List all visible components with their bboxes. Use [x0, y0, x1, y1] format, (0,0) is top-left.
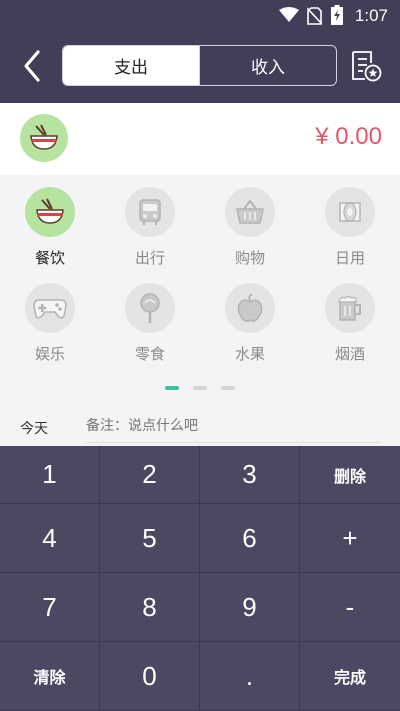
beer-icon	[338, 295, 361, 321]
category-icon-bg	[25, 283, 75, 333]
lollipop-icon	[140, 293, 160, 323]
category-settings-icon[interactable]	[349, 49, 383, 83]
category-tobacco-alcohol[interactable]: 烟酒	[300, 283, 400, 364]
category-label: 餐饮	[34, 249, 65, 267]
bowl-icon	[30, 124, 58, 150]
top-header: 1:07 支出 收入	[0, 0, 400, 103]
no-sim-icon	[307, 7, 322, 25]
page-dot[interactable]	[221, 386, 235, 390]
category-label: 零食	[134, 345, 165, 363]
date-selector[interactable]: 今天	[20, 418, 48, 438]
tissue-icon	[339, 202, 361, 222]
status-time: 1:07	[354, 6, 388, 25]
numeric-keypad: 1 2 3 删除 4 5 6 + 7 8 9 - 清除 0 . 完成	[0, 446, 400, 711]
category-label: 购物	[234, 249, 265, 267]
bowl-icon	[36, 198, 64, 224]
key-3[interactable]: 3	[200, 446, 300, 504]
back-arrow-icon[interactable]	[18, 48, 48, 84]
key-decimal[interactable]: .	[200, 642, 300, 711]
category-icon-bg	[125, 187, 175, 237]
page-indicator	[0, 386, 400, 392]
key-4[interactable]: 4	[0, 504, 100, 573]
selected-category-icon	[20, 114, 68, 162]
delete-button[interactable]: 删除	[300, 446, 400, 504]
category-label: 出行	[134, 249, 165, 267]
category-label: 日用	[334, 249, 365, 267]
category-label: 娱乐	[34, 345, 65, 363]
category-icon-bg	[325, 283, 375, 333]
note-input[interactable]	[86, 418, 380, 443]
plus-button[interactable]: +	[300, 504, 400, 573]
category-daily-use[interactable]: 日用	[300, 187, 400, 268]
tab-income[interactable]: 收入	[199, 46, 336, 85]
status-bar: 1:07	[0, 0, 400, 32]
key-7[interactable]: 7	[0, 573, 100, 642]
category-dining[interactable]: 餐饮	[0, 187, 100, 268]
category-icon-bg	[225, 283, 275, 333]
category-icon-bg	[125, 283, 175, 333]
category-label: 烟酒	[334, 345, 365, 363]
category-shopping[interactable]: 购物	[200, 187, 300, 268]
clear-button[interactable]: 清除	[0, 642, 100, 711]
category-fruit[interactable]: 水果	[200, 283, 300, 364]
bus-icon	[139, 199, 161, 225]
tab-expense[interactable]: 支出	[63, 46, 199, 85]
key-0[interactable]: 0	[100, 642, 200, 711]
type-segmented-control: 支出 收入	[62, 45, 337, 86]
key-9[interactable]: 9	[200, 573, 300, 642]
gamepad-icon	[33, 299, 67, 319]
page-dot[interactable]	[193, 386, 207, 390]
key-6[interactable]: 6	[200, 504, 300, 573]
category-icon-bg	[225, 187, 275, 237]
key-1[interactable]: 1	[0, 446, 100, 504]
category-grid: 餐饮 出行 购物 日用 娱乐 零食 水果 烟酒	[0, 175, 400, 405]
category-label: 水果	[234, 345, 265, 363]
wifi-icon	[279, 7, 299, 22]
minus-button[interactable]: -	[300, 573, 400, 642]
basket-icon	[236, 199, 264, 224]
amount-display: ¥ 0.00	[315, 123, 382, 150]
page-dot[interactable]	[165, 386, 179, 390]
category-transport[interactable]: 出行	[100, 187, 200, 268]
category-snacks[interactable]: 零食	[100, 283, 200, 364]
amount-row: ¥ 0.00	[0, 103, 400, 175]
category-entertainment[interactable]: 娱乐	[0, 283, 100, 364]
key-5[interactable]: 5	[100, 504, 200, 573]
apple-icon	[237, 293, 263, 322]
battery-charging-icon	[331, 5, 343, 25]
date-note-row: 今天	[0, 410, 400, 446]
category-icon-bg	[25, 187, 75, 237]
key-8[interactable]: 8	[100, 573, 200, 642]
category-icon-bg	[325, 187, 375, 237]
done-button[interactable]: 完成	[300, 642, 400, 711]
key-2[interactable]: 2	[100, 446, 200, 504]
